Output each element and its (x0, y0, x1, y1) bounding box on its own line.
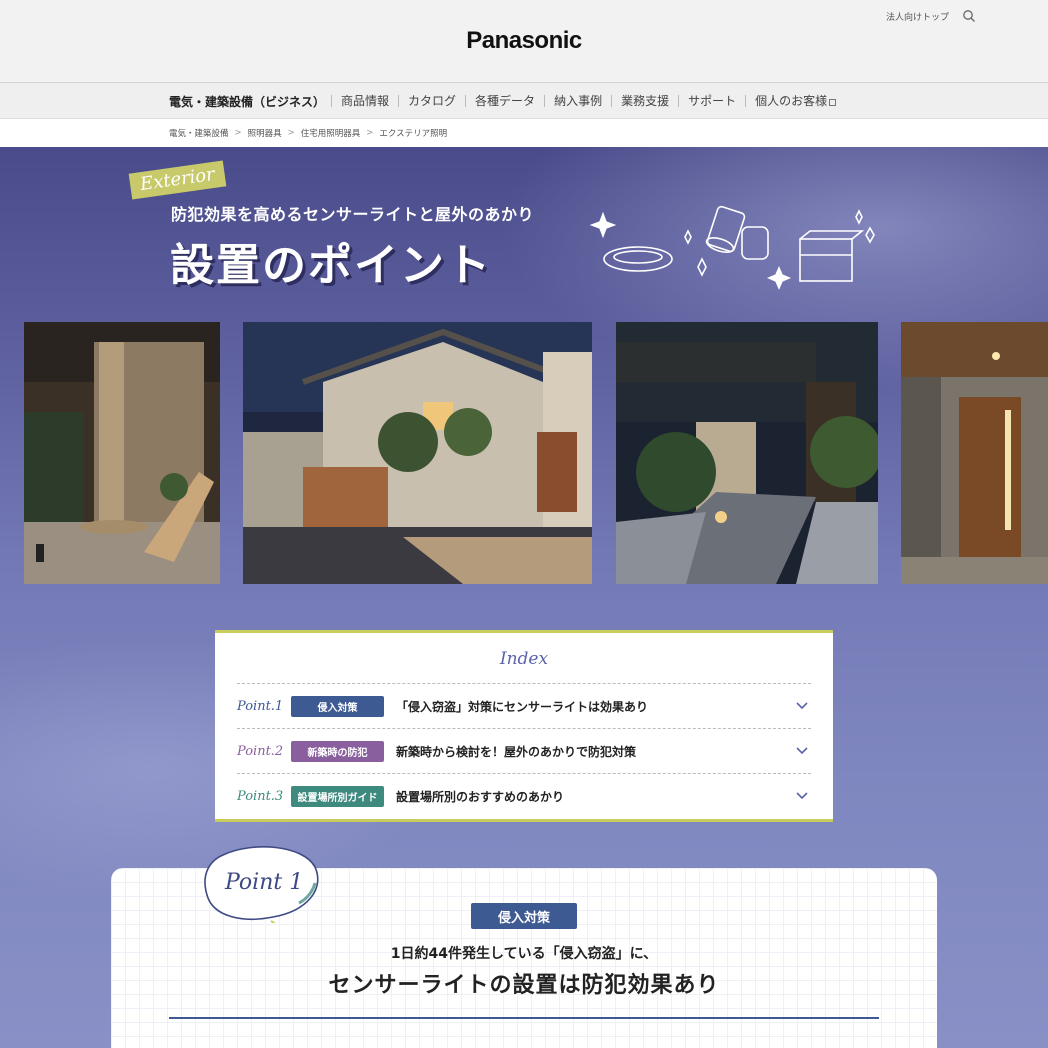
divider (169, 1017, 879, 1019)
panasonic-logo[interactable]: Panasonic (0, 27, 1048, 55)
gnav-item-data[interactable]: 各種データ (465, 95, 544, 107)
point1-label: Point 1 (225, 870, 304, 895)
breadcrumb: 電気・建築設備 > 照明器具 > 住宅用照明器具 > エクステリア照明 (0, 119, 1048, 147)
gnav-item-business-support[interactable]: 業務支援 (611, 95, 678, 107)
photo-house-night (243, 322, 592, 584)
chevron-down-icon (796, 792, 808, 800)
breadcrumb-item[interactable]: 電気・建築設備 (169, 127, 229, 139)
gnav-item-personal[interactable]: 個人のお客様 (745, 95, 845, 107)
index-point-label: Point.1 (237, 698, 284, 714)
point1-badge: 侵入対策 (471, 903, 577, 929)
light-fixtures-illustration (590, 205, 875, 291)
index-badge: 新築時の防犯 (291, 740, 384, 762)
corporate-top-link[interactable]: 法人向けトップ (886, 10, 949, 23)
exterior-tag: Exterior (128, 160, 227, 200)
index-item-text: 「侵入窃盗」対策にセンサーライトは効果あり (396, 699, 649, 714)
photo-entrance-door (901, 322, 1048, 584)
breadcrumb-separator-icon: > (366, 128, 374, 138)
gnav-item-support[interactable]: サポート (678, 95, 745, 107)
point1-title: センサーライトの設置は防犯効果あり (328, 973, 720, 998)
breadcrumb-item[interactable]: 住宅用照明器具 (301, 127, 361, 139)
breadcrumb-separator-icon: > (287, 128, 295, 138)
index-item-point2[interactable]: Point.2 新築時の防犯 新築時から検討を！屋外のあかりで防犯対策 (237, 728, 811, 773)
chevron-down-icon (796, 747, 808, 755)
index-point-label: Point.3 (237, 788, 284, 804)
gnav-item-cases[interactable]: 納入事例 (544, 95, 611, 107)
gnav-home[interactable]: 電気・建築設備（ビジネス） (169, 93, 325, 110)
index-badge: 設置場所別ガイド (291, 785, 384, 807)
chevron-down-icon (796, 702, 808, 710)
gnav-item-catalog[interactable]: カタログ (398, 95, 465, 107)
photo-terrace (24, 322, 220, 584)
gnav-item-products[interactable]: 商品情報 (331, 95, 398, 107)
index-box: Index Point.1 侵入対策 「侵入窃盗」対策にセンサーライトは効果あり… (215, 630, 833, 822)
index-item-text: 設置場所別のおすすめのあかり (396, 789, 565, 804)
index-badge: 侵入対策 (291, 695, 384, 717)
point1-subtitle: 1日約44件発生している「侵入窃盗」に、 (390, 946, 658, 962)
index-item-point3[interactable]: Point.3 設置場所別ガイド 設置場所別のおすすめのあかり (237, 773, 811, 818)
index-item-text: 新築時から検討を！屋外のあかりで防犯対策 (396, 744, 637, 759)
breadcrumb-item[interactable]: 照明器具 (248, 127, 282, 139)
external-link-icon (829, 98, 837, 106)
index-title: Index (499, 649, 549, 669)
global-nav: 電気・建築設備（ビジネス） 商品情報 カタログ 各種データ 納入事例 業務支援 … (0, 83, 1048, 119)
breadcrumb-separator-icon: > (234, 128, 242, 138)
hero-title: 設置のポイント (170, 240, 492, 291)
index-point-label: Point.2 (237, 743, 284, 759)
hero-subtitle: 防犯効果を高めるセンサーライトと屋外のあかり (171, 205, 535, 224)
site-header: Panasonic 法人向けトップ (0, 0, 1048, 83)
index-item-point1[interactable]: Point.1 侵入対策 「侵入窃盗」対策にセンサーライトは効果あり (237, 683, 811, 728)
breadcrumb-current: エクステリア照明 (379, 129, 448, 139)
gnav-item-personal-label: 個人のお客様 (755, 94, 828, 108)
search-icon[interactable] (962, 9, 976, 23)
photo-garden-path (616, 322, 878, 584)
